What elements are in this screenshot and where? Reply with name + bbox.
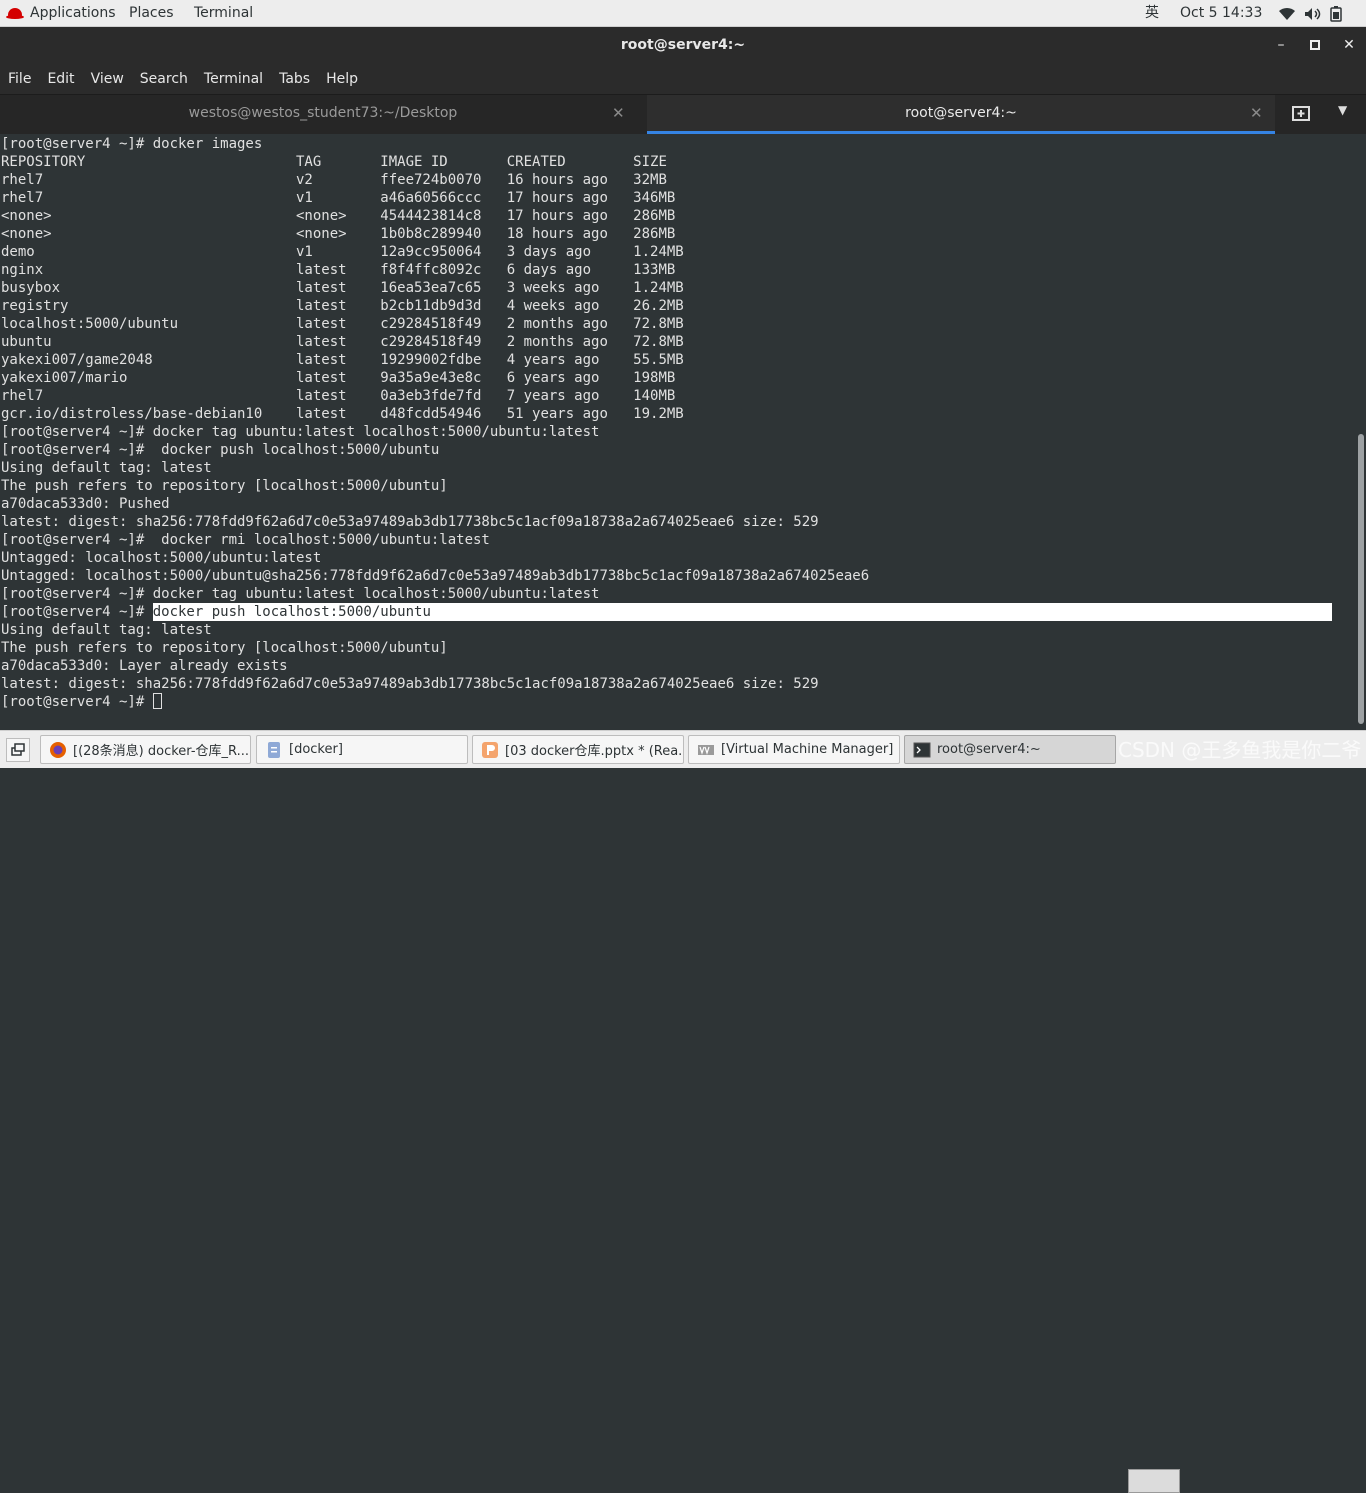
menu-bar: File Edit View Search Terminal Tabs Help (0, 64, 1366, 94)
minimize-button[interactable]: – (1264, 27, 1298, 64)
tab-close-icon[interactable]: ✕ (1250, 95, 1263, 132)
tab-root-server4[interactable]: root@server4:~ ✕ (647, 95, 1275, 134)
top-bar: Applications Places Terminal 英 Oct 5 14:… (0, 0, 1366, 27)
battery-icon (1330, 5, 1342, 22)
terminal-line: demo v1 12a9cc950064 3 days ago 1.24MB (1, 244, 684, 260)
taskbar-item-docker-folder[interactable]: [docker] (256, 735, 468, 764)
terminal-line: [root@server4 ~]# docker tag ubuntu:late… (1, 586, 600, 602)
terminal-line: [root@server4 ~]# docker images (1, 136, 263, 152)
terminal-line: yakexi007/mario latest 9a35a9e43e8c 6 ye… (1, 370, 676, 386)
taskbar-item-virt-manager[interactable]: [Virtual Machine Manager] (688, 735, 900, 764)
applications-menu[interactable]: Applications (6, 0, 116, 27)
csdn-watermark: CSDN @王多鱼我是你二爷 (1118, 738, 1362, 762)
terminal-line: <none> <none> 4544423814c8 17 hours ago … (1, 208, 676, 224)
terminal-app-menu[interactable]: Terminal (194, 0, 253, 27)
tab-bar: westos@westos_student73:~/Desktop ✕ root… (0, 94, 1366, 134)
terminal-line: localhost:5000/ubuntu latest c29284518f4… (1, 316, 684, 332)
menu-help[interactable]: Help (326, 71, 358, 87)
terminal-line: Untagged: localhost:5000/ubuntu@sha256:7… (1, 568, 870, 584)
chevron-down-icon[interactable]: ▼ (1338, 103, 1347, 117)
show-desktop-icon (11, 743, 25, 756)
scrollbar-thumb[interactable] (1358, 434, 1364, 724)
window-titlebar[interactable]: root@server4:~ – ✕ (0, 27, 1366, 64)
close-window-button[interactable]: ✕ (1332, 27, 1366, 64)
terminal-line: rhel7 v1 a46a60566ccc 17 hours ago 346MB (1, 190, 676, 206)
taskbar-label: [docker] (289, 742, 343, 757)
terminal-icon (913, 742, 931, 757)
terminal-line: nginx latest f8f4ffc8092c 6 days ago 133… (1, 262, 676, 278)
firefox-icon (50, 741, 66, 758)
window-title: root@server4:~ (620, 37, 746, 53)
terminal-line: Untagged: localhost:5000/ubuntu:latest (1, 550, 322, 566)
terminal-line: busybox latest 16ea53ea7c65 3 weeks ago … (1, 280, 684, 296)
prompt: [root@server4 ~]# (1, 604, 153, 620)
places-menu[interactable]: Places (129, 0, 174, 27)
tab-westos-desktop[interactable]: westos@westos_student73:~/Desktop ✕ (0, 95, 646, 134)
terminal-line-selected: [root@server4 ~]# docker push localhost:… (1, 603, 1351, 621)
menu-file[interactable]: File (8, 71, 31, 87)
terminal-output[interactable]: [root@server4 ~]# docker images REPOSITO… (0, 134, 1356, 730)
tab-close-icon[interactable]: ✕ (612, 95, 625, 132)
terminal-line: The push refers to repository [localhost… (1, 640, 448, 656)
clock[interactable]: Oct 5 14:33 (1180, 0, 1262, 27)
document-icon (268, 741, 280, 758)
taskbar-label: root@server4:~ (937, 742, 1041, 757)
terminal-line: [root@server4 ~]# docker tag ubuntu:late… (1, 424, 600, 440)
redhat-logo-icon (6, 7, 24, 20)
applications-label: Applications (30, 5, 116, 21)
menu-view[interactable]: View (91, 71, 124, 87)
volume-icon (1305, 7, 1321, 20)
taskbar-item-presentation[interactable]: [03 docker仓库.pptx * (Rea... (472, 735, 684, 764)
cursor (152, 693, 162, 709)
tab-label: westos@westos_student73:~/Desktop (188, 105, 458, 121)
terminal-line: REPOSITORY TAG IMAGE ID CREATED SIZE (1, 154, 667, 170)
show-desktop-button[interactable] (6, 738, 30, 762)
terminal-line: a70daca533d0: Layer already exists (1, 658, 288, 674)
taskbar-label: [Virtual Machine Manager] (721, 742, 894, 757)
terminal-line: a70daca533d0: Pushed (1, 496, 170, 512)
workspace-switcher[interactable] (1128, 1469, 1180, 1493)
terminal-line: [root@server4 ~]# docker rmi localhost:5… (1, 532, 490, 548)
menu-tabs[interactable]: Tabs (279, 71, 310, 87)
menu-terminal[interactable]: Terminal (204, 71, 263, 87)
close-icon: ✕ (1343, 37, 1355, 53)
terminal-line: gcr.io/distroless/base-debian10 latest d… (1, 406, 684, 422)
terminal-line: Using default tag: latest (1, 622, 212, 638)
vm-manager-icon (698, 744, 714, 755)
terminal-line: The push refers to repository [localhost… (1, 478, 448, 494)
maximize-button[interactable] (1298, 27, 1332, 64)
terminal-line: Using default tag: latest (1, 460, 212, 476)
selected-text[interactable]: docker push localhost:5000/ubuntu (152, 603, 1332, 621)
menu-edit[interactable]: Edit (47, 71, 74, 87)
taskbar-label: [(28条消息) docker-仓库_R... (73, 744, 249, 759)
terminal-line: registry latest b2cb11db9d3d 4 weeks ago… (1, 298, 684, 314)
terminal-line: yakexi007/game2048 latest 19299002fdbe 4… (1, 352, 684, 368)
terminal-line: rhel7 v2 ffee724b0070 16 hours ago 32MB (1, 172, 667, 188)
terminal-line: ubuntu latest c29284518f49 2 months ago … (1, 334, 684, 350)
wifi-icon (1279, 7, 1295, 20)
taskbar-item-firefox[interactable]: [(28条消息) docker-仓库_R... (40, 735, 251, 764)
terminal-line: [root@server4 ~]# docker push localhost:… (1, 442, 440, 458)
input-method-indicator[interactable]: 英 (1145, 0, 1159, 27)
terminal-line: <none> <none> 1b0b8c289940 18 hours ago … (1, 226, 676, 242)
terminal-line: rhel7 latest 0a3eb3fde7fd 7 years ago 14… (1, 388, 676, 404)
maximize-icon (1310, 40, 1320, 50)
terminal-scrollbar[interactable] (1356, 134, 1366, 730)
new-tab-icon[interactable] (1290, 103, 1312, 125)
prompt: [root@server4 ~]# (1, 694, 153, 710)
system-menu[interactable] (1278, 0, 1342, 27)
taskbar-label: [03 docker仓库.pptx * (Rea... (505, 744, 684, 759)
tab-label: root@server4:~ (905, 105, 1017, 121)
minimize-icon: – (1277, 37, 1285, 53)
menu-search[interactable]: Search (140, 71, 188, 87)
presentation-icon (482, 741, 498, 758)
terminal-prompt-line[interactable]: [root@server4 ~]# (1, 693, 162, 711)
terminal-line: latest: digest: sha256:778fdd9f62a6d7c0e… (1, 676, 819, 692)
taskbar-item-terminal[interactable]: root@server4:~ (904, 735, 1116, 764)
terminal-line: latest: digest: sha256:778fdd9f62a6d7c0e… (1, 514, 819, 530)
